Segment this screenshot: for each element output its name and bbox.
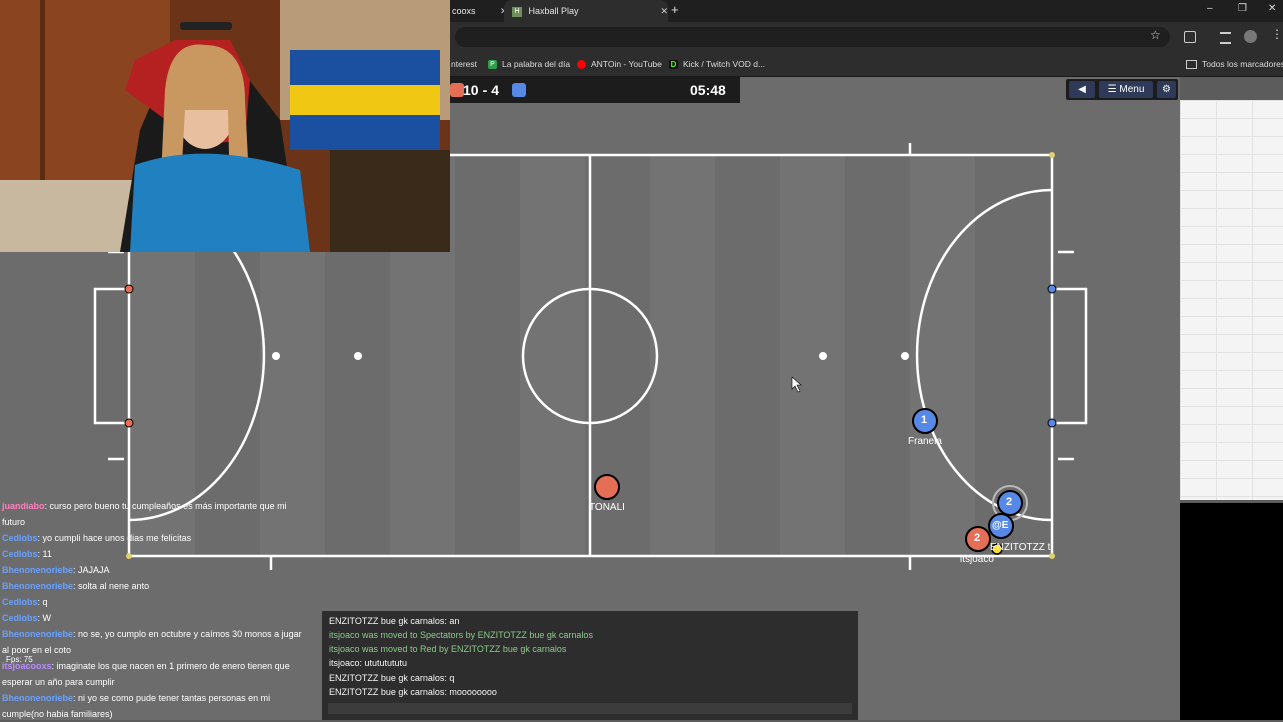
blue-score: 4 xyxy=(491,82,500,98)
chat-message: Bhenonenoriebe: JAJAJA xyxy=(2,565,110,575)
game-chat-line: ENZITOTZZ bue gk carnalos: moooooooo xyxy=(329,687,497,697)
stream-chat: juandiabo: curso pero bueno tu cumpleaño… xyxy=(2,498,302,722)
back-icon: ◀ xyxy=(1078,84,1086,95)
back-button[interactable]: ◀ xyxy=(1069,81,1095,98)
maximize-icon[interactable]: ❐ xyxy=(1238,3,1247,14)
player-number: @E xyxy=(992,520,1009,531)
window-close-icon[interactable]: ✕ xyxy=(1268,3,1276,14)
bookmark-youtube[interactable]: ANTOin - YouTube xyxy=(577,52,662,76)
extensions-icon[interactable] xyxy=(1184,31,1196,43)
red-score: 10 xyxy=(463,82,479,98)
media-icon[interactable] xyxy=(1220,32,1231,44)
score: 10-4 xyxy=(463,82,499,98)
red-team-icon xyxy=(450,83,464,97)
player-name: Franela xyxy=(908,436,942,447)
game-chat: ENZITOTZZ bue gk carnalos: an itsjoaco w… xyxy=(322,611,858,720)
webcam-overlay xyxy=(0,0,450,252)
game-chat-line: itsjoaco: utututututu xyxy=(329,658,408,668)
chat-message: juandiabo: curso pero bueno tu cumpleaño… xyxy=(2,501,287,527)
game-chat-line: ENZITOTZZ bue gk carnalos: an xyxy=(329,616,460,626)
tab-title: Haxball Play xyxy=(528,6,579,16)
chat-message: Cedlobs: W xyxy=(2,613,52,623)
blue-team-icon xyxy=(512,83,526,97)
player-number: 2 xyxy=(1006,496,1013,508)
side-panel xyxy=(1180,100,1283,500)
chat-message: Cedlobs: q xyxy=(2,597,48,607)
game-chat-system-line: itsjoaco was moved to Spectators by ENZI… xyxy=(329,630,593,640)
bookmark-kick-twitch[interactable]: D Kick / Twitch VOD d... xyxy=(669,52,765,76)
game-chat-input[interactable] xyxy=(328,703,852,714)
game-menu-bar: ◀ ☰ Menu ⚙ xyxy=(1066,79,1178,100)
chat-message: itsjoacooxs: imaginate los que nacen en … xyxy=(2,661,290,687)
bookmark-icon: P xyxy=(488,60,497,70)
chat-message: Cedlobs: yo cumpli hace unos dias me fel… xyxy=(2,533,192,543)
minimize-icon[interactable]: – xyxy=(1207,3,1213,14)
haxball-favicon-icon: H xyxy=(512,6,522,17)
player-name: itsjoaco xyxy=(960,554,994,565)
game-chat-line: ENZITOTZZ bue gk carnalos: q xyxy=(329,673,455,683)
chat-message: Bhenonenoriebe: no se, yo cumplo en octu… xyxy=(2,629,302,655)
bookmarks-folder[interactable]: Todos los marcadores xyxy=(1186,52,1283,76)
bookmark-pinterest[interactable]: nterest xyxy=(451,52,477,76)
chat-message: Bhenonenoriebe: solta al nene anto xyxy=(2,581,150,591)
folder-icon xyxy=(1186,60,1197,70)
side-panel-dark xyxy=(1180,503,1283,720)
player-number: 1 xyxy=(921,414,928,426)
menu-button[interactable]: ☰ Menu xyxy=(1099,81,1153,98)
player-name: TONALI xyxy=(589,502,625,513)
webcam-image xyxy=(0,0,450,252)
more-menu-icon[interactable]: ⋮ xyxy=(1271,27,1283,41)
player-name: ENZITOTZZ t xyxy=(990,542,1051,553)
tab-title: cooxs xyxy=(452,6,476,16)
youtube-icon xyxy=(577,60,586,70)
gear-icon: ⚙ xyxy=(1162,84,1171,95)
fps-counter: Fps: 75 xyxy=(6,655,33,664)
tab-cooxs[interactable]: cooxs ✕ xyxy=(452,0,508,22)
bookmark-palabra-del-dia[interactable]: P La palabra del día xyxy=(488,52,570,76)
tab-haxball-play[interactable]: H Haxball Play ✕ xyxy=(504,0,668,22)
score-separator: - xyxy=(482,82,488,98)
chat-message: Cedlobs: 11 xyxy=(2,549,52,559)
player-number: 2 xyxy=(974,532,981,544)
bookmark-icon: D xyxy=(669,60,678,70)
new-tab-icon[interactable]: + xyxy=(671,2,679,17)
profile-avatar[interactable] xyxy=(1244,30,1257,43)
settings-button[interactable]: ⚙ xyxy=(1157,81,1176,98)
bookmark-star-icon[interactable]: ☆ xyxy=(1150,28,1161,42)
game-timer: 05:48 xyxy=(690,82,726,98)
address-field[interactable] xyxy=(455,27,1170,47)
menu-icon: ☰ xyxy=(1107,84,1120,95)
close-tab-icon[interactable]: ✕ xyxy=(660,0,668,22)
chat-message: Bhenonenoriebe: ni yo se como pude tener… xyxy=(2,693,271,719)
game-chat-system-line: itsjoaco was moved to Red by ENZITOTZZ b… xyxy=(329,644,567,654)
